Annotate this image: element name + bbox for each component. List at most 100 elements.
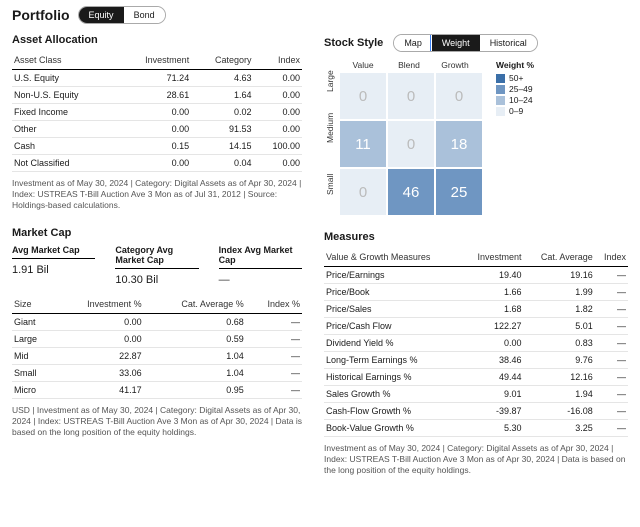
legend-label: 25–49 [509,84,533,94]
cell: 0.02 [191,104,253,121]
cell: -39.87 [462,403,523,420]
cell: 0.00 [117,104,191,121]
cell: Other [12,121,117,138]
cat-avg-market-cap-label: Category Avg Market Cap [115,245,198,269]
cell: 14.15 [191,138,253,155]
table-row: Non-U.S. Equity28.611.640.00 [12,87,302,104]
table-row: Long-Term Earnings %38.469.76— [324,352,628,369]
table-row: Price/Cash Flow122.275.01— [324,318,628,335]
cell: Non-U.S. Equity [12,87,117,104]
cell: — [246,331,302,348]
cell: 41.17 [54,382,144,399]
idx-avg-market-cap-value: — [219,271,302,286]
legend-row: 50+ [496,73,534,83]
tab-bond[interactable]: Bond [124,7,165,23]
cell: 3.25 [524,420,595,437]
cell: 0.04 [191,155,253,172]
cat-avg-market-cap-value: 10.30 Bil [115,271,198,286]
cell: 0.00 [254,70,302,87]
cell: 0.68 [144,314,246,331]
cell: Micro [12,382,54,399]
asset-allocation-table: Asset Class Investment Category Index U.… [12,52,302,172]
cell: 33.06 [54,365,144,382]
cell: — [595,335,628,352]
tab-equity[interactable]: Equity [79,7,124,23]
legend-swatch-icon [496,96,505,105]
asset-type-tabs: Equity Bond [78,6,166,24]
cell: — [246,314,302,331]
market-cap-title: Market Cap [12,227,302,239]
asset-allocation-title: Asset Allocation [12,34,302,46]
cell: Sales Growth % [324,386,462,403]
cell: — [246,365,302,382]
cell: 19.16 [524,267,595,284]
legend-swatch-icon [496,85,505,94]
table-row: Sales Growth %9.011.94— [324,386,628,403]
col-measure-inv: Investment [462,249,523,267]
idx-avg-market-cap-label: Index Avg Market Cap [219,245,302,269]
page-title: Portfolio [12,7,70,23]
col-investment: Investment [117,52,191,70]
cell: Large [12,331,54,348]
style-cell: 0 [436,73,482,119]
tab-historical[interactable]: Historical [480,35,537,51]
row-lbl-small: Small [325,183,335,195]
cell: 1.99 [524,284,595,301]
cell: 0.95 [144,382,246,399]
table-row: Giant0.000.68— [12,314,302,331]
cell: — [595,284,628,301]
style-legend: Weight % 50+25–4910–240–9 [496,60,534,215]
legend-row: 10–24 [496,95,534,105]
cell: 1.04 [144,365,246,382]
col-index: Index [254,52,302,70]
asset-allocation-section: Asset Allocation Asset Class Investment … [12,34,302,211]
cell: 0.00 [117,155,191,172]
table-row: Historical Earnings %49.4412.16— [324,369,628,386]
cell: 71.24 [117,70,191,87]
table-row: Other0.0091.530.00 [12,121,302,138]
cell: 4.63 [191,70,253,87]
col-lbl-value: Value [340,60,386,70]
market-cap-section: Market Cap Avg Market Cap 1.91 Bil Categ… [12,227,302,438]
col-lbl-blend: Blend [386,60,432,70]
table-row: Large0.000.59— [12,331,302,348]
cell: — [595,420,628,437]
tab-map[interactable]: Map [394,35,432,51]
legend-swatch-icon [496,107,505,116]
cell: — [595,267,628,284]
legend-swatch-icon [496,74,505,83]
cell: 1.66 [462,284,523,301]
cell: 0.00 [462,335,523,352]
cell: Cash [12,138,117,155]
cell: Cash-Flow Growth % [324,403,462,420]
col-measure-cat: Cat. Average [524,249,595,267]
cell: 5.01 [524,318,595,335]
cell: — [246,348,302,365]
cell: Long-Term Earnings % [324,352,462,369]
row-lbl-medium: Medium [325,131,335,143]
cell: 0.00 [254,121,302,138]
col-idx-pct: Index % [246,296,302,314]
measures-section: Measures Value & Growth Measures Investm… [324,231,628,476]
cell: Price/Cash Flow [324,318,462,335]
table-row: Not Classified0.000.040.00 [12,155,302,172]
cell: 0.00 [254,104,302,121]
cell: 38.46 [462,352,523,369]
cell: — [595,369,628,386]
col-measure: Value & Growth Measures [324,249,462,267]
market-cap-footnote: USD | Investment as of May 30, 2024 | Ca… [12,405,302,438]
cell: 9.76 [524,352,595,369]
style-cell: 0 [388,73,434,119]
col-size: Size [12,296,54,314]
legend-title: Weight % [496,60,534,70]
legend-label: 50+ [509,73,523,83]
cell: 19.40 [462,267,523,284]
table-row: Dividend Yield %0.000.83— [324,335,628,352]
cell: — [595,386,628,403]
cell: U.S. Equity [12,70,117,87]
cell: Historical Earnings % [324,369,462,386]
tab-weight[interactable]: Weight [432,35,480,51]
cell: 1.82 [524,301,595,318]
cell: -16.08 [524,403,595,420]
table-row: Fixed Income0.000.020.00 [12,104,302,121]
